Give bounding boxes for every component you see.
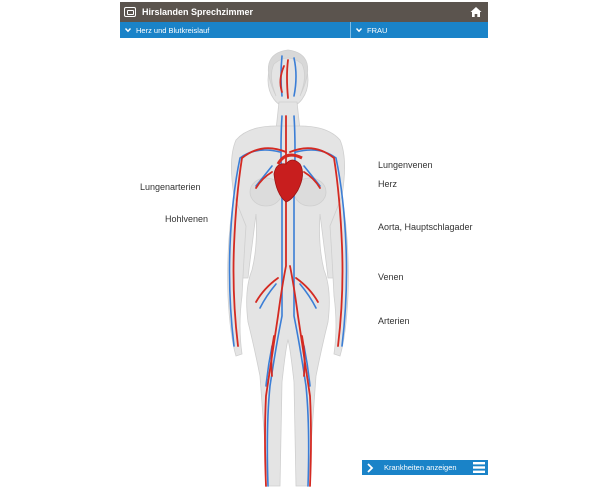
chevron-right-icon <box>367 462 374 473</box>
label-lungenarterien[interactable]: Lungenarterien <box>140 182 201 192</box>
gender-label: FRAU <box>367 25 388 35</box>
home-icon[interactable] <box>470 6 482 18</box>
label-hohlvenen[interactable]: Hohlvenen <box>165 214 208 224</box>
app-title: Hirslanden Sprechzimmer <box>142 7 254 17</box>
show-diseases-label: Krankheiten anzeigen <box>384 463 457 472</box>
title-bar: Hirslanden Sprechzimmer <box>120 2 488 22</box>
label-venen[interactable]: Venen <box>378 272 404 282</box>
label-lungenvenen[interactable]: Lungenvenen <box>378 160 433 170</box>
topic-selector[interactable]: Herz und Blutkreislauf <box>120 22 350 38</box>
app-window-icon <box>124 7 136 17</box>
label-arterien[interactable]: Arterien <box>378 316 410 326</box>
app-window: Hirslanden Sprechzimmer Herz und Blutkre… <box>120 2 488 488</box>
topic-navbar: Herz und Blutkreislauf FRAU <box>120 22 488 38</box>
anatomy-illustration[interactable] <box>216 46 360 488</box>
gender-selector[interactable]: FRAU <box>350 22 488 38</box>
label-herz[interactable]: Herz <box>378 179 397 189</box>
topic-label: Herz und Blutkreislauf <box>136 25 210 35</box>
show-diseases-button[interactable]: Krankheiten anzeigen <box>362 460 488 475</box>
chevron-down-icon <box>355 28 363 33</box>
chevron-down-icon <box>124 28 132 33</box>
menu-icon <box>473 462 485 473</box>
label-aorta[interactable]: Aorta, Hauptschlagader <box>378 222 473 232</box>
